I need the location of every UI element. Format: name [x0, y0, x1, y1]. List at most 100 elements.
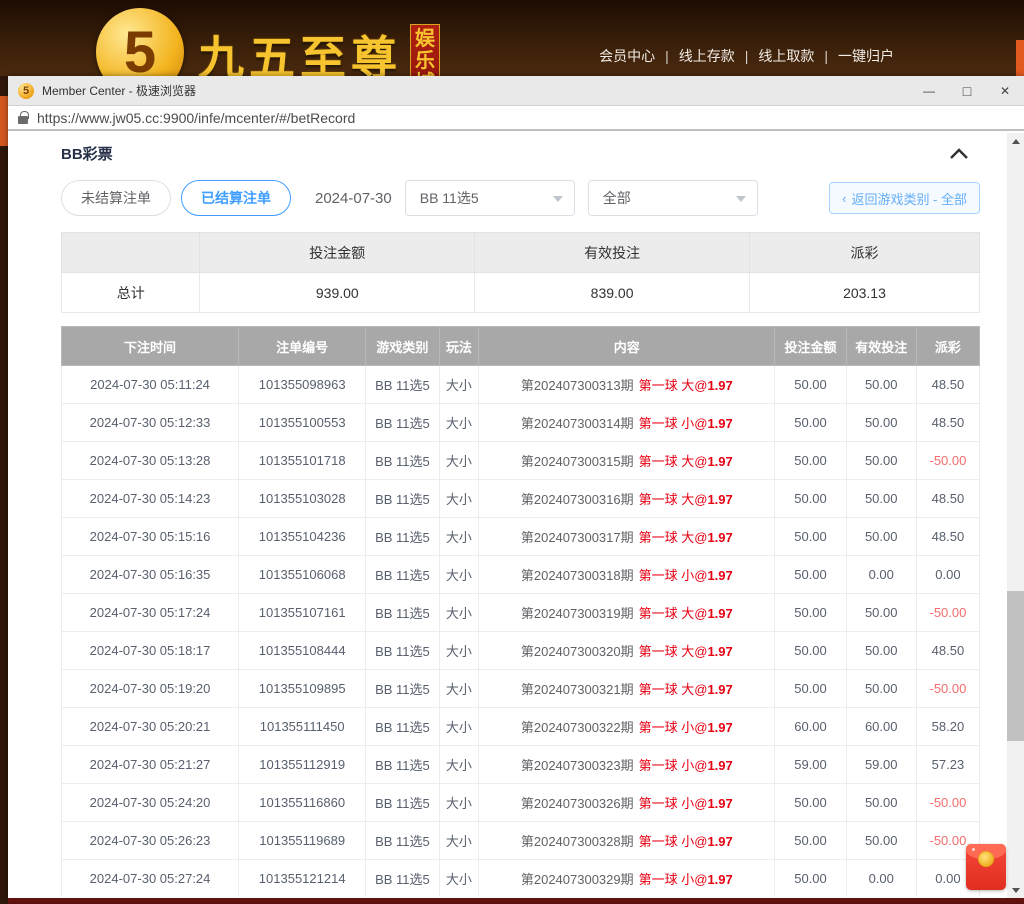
bet-pick: 第一球 小@1.97 — [639, 796, 733, 811]
cell-time: 2024-07-30 05:27:24 — [62, 860, 239, 897]
cell-payout: -50.00 — [916, 594, 979, 632]
cell-bet-number: 101355104236 — [239, 518, 366, 556]
bet-period: 第202407300319期 — [521, 606, 634, 621]
game-select[interactable]: BB 11选5 — [405, 180, 575, 216]
cell-amount: 59.00 — [775, 746, 846, 784]
cell-time: 2024-07-30 05:15:16 — [62, 518, 239, 556]
bet-pick: 第一球 小@1.97 — [639, 758, 733, 773]
cell-payout: 48.50 — [916, 404, 979, 442]
nav-link[interactable]: 线上取款 — [758, 46, 814, 66]
cell-time: 2024-07-30 05:14:23 — [62, 480, 239, 518]
bet-pick: 第一球 小@1.97 — [639, 834, 733, 849]
bet-odds: 1.97 — [707, 492, 732, 507]
cell-amount: 50.00 — [775, 784, 846, 822]
cell-payout: 0.00 — [916, 556, 979, 594]
cell-valid-amount: 59.00 — [846, 746, 916, 784]
playtype-select-value: 全部 — [603, 188, 631, 208]
cell-game-category: BB 11选5 — [366, 822, 439, 860]
cell-time: 2024-07-30 05:19:20 — [62, 670, 239, 708]
panel-title: BB彩票 — [61, 143, 113, 164]
game-select-value: BB 11选5 — [420, 188, 479, 208]
cell-bet-number: 101355107161 — [239, 594, 366, 632]
cell-amount: 50.00 — [775, 480, 846, 518]
tab-settled[interactable]: 已结算注单 — [181, 180, 291, 216]
summary-payout: 203.13 — [749, 273, 979, 313]
cell-time: 2024-07-30 05:20:21 — [62, 708, 239, 746]
cell-valid-amount: 50.00 — [846, 518, 916, 556]
cell-time: 2024-07-30 05:26:23 — [62, 822, 239, 860]
cell-game-category: BB 11选5 — [366, 632, 439, 670]
summary-valid: 839.00 — [475, 273, 750, 313]
cell-valid-amount: 0.00 — [846, 556, 916, 594]
minimize-button[interactable]: — — [910, 76, 948, 105]
cell-content: 第202407300313期第一球 大@1.97 — [479, 366, 775, 404]
cell-content: 第202407300322期第一球 小@1.97 — [479, 708, 775, 746]
bet-pick: 第一球 大@1.97 — [639, 378, 733, 393]
filter-bar: 未结算注单 已结算注单 2024-07-30 BB 11选5 全部 ‹ 返回游戏… — [61, 180, 980, 216]
site-header: 5 九五至尊 娱乐城 会员中心|线上存款|线上取款|一键归户 — [0, 0, 1024, 76]
bet-pick: 第一球 小@1.97 — [639, 568, 733, 583]
cell-valid-amount: 50.00 — [846, 784, 916, 822]
back-to-category-button[interactable]: ‹ 返回游戏类别 - 全部 — [829, 182, 980, 214]
close-button[interactable]: ✕ — [986, 76, 1024, 105]
cell-play-type: 大小 — [439, 708, 479, 746]
cell-amount: 50.00 — [775, 442, 846, 480]
scrollbar[interactable] — [1007, 133, 1024, 898]
cell-bet-number: 101355119689 — [239, 822, 366, 860]
cell-play-type: 大小 — [439, 632, 479, 670]
cell-game-category: BB 11选5 — [366, 708, 439, 746]
bet-records-table: 下注时间注单编号游戏类别玩法内容投注金额有效投注派彩 2024-07-30 05… — [61, 326, 980, 896]
bet-period: 第202407300316期 — [521, 492, 634, 507]
cell-game-category: BB 11选5 — [366, 442, 439, 480]
bet-record-page: BB彩票 未结算注单 已结算注单 2024-07-30 BB 11选5 全部 — [8, 131, 1024, 896]
playtype-select[interactable]: 全部 — [588, 180, 758, 216]
cell-bet-number: 101355111450 — [239, 708, 366, 746]
arrow-up-icon — [1012, 139, 1020, 144]
nav-link[interactable]: 线上存款 — [679, 46, 735, 66]
summary-total-row: 总计 939.00 839.00 203.13 — [62, 273, 980, 313]
cell-valid-amount: 50.00 — [846, 404, 916, 442]
cell-game-category: BB 11选5 — [366, 556, 439, 594]
address-bar[interactable]: https://www.jw05.cc:9900/infe/mcenter/#/… — [8, 106, 1024, 131]
cell-bet-number: 101355098963 — [239, 366, 366, 404]
scroll-down-button[interactable] — [1007, 882, 1024, 898]
summary-amount: 939.00 — [200, 273, 475, 313]
cell-content: 第202407300329期第一球 小@1.97 — [479, 860, 775, 897]
cell-amount: 50.00 — [775, 670, 846, 708]
tab-unsettled[interactable]: 未结算注单 — [61, 180, 171, 216]
cell-bet-number: 101355109895 — [239, 670, 366, 708]
cell-play-type: 大小 — [439, 594, 479, 632]
table-header-row: 下注时间注单编号游戏类别玩法内容投注金额有效投注派彩 — [62, 327, 980, 366]
cell-bet-number: 101355100553 — [239, 404, 366, 442]
cell-play-type: 大小 — [439, 860, 479, 897]
cell-amount: 50.00 — [775, 822, 846, 860]
cell-time: 2024-07-30 05:13:28 — [62, 442, 239, 480]
cell-play-type: 大小 — [439, 442, 479, 480]
cell-content: 第202407300317期第一球 大@1.97 — [479, 518, 775, 556]
back-button-label: 返回游戏类别 - 全部 — [851, 189, 967, 208]
cell-bet-number: 101355101718 — [239, 442, 366, 480]
scrollbar-thumb[interactable] — [1007, 591, 1024, 741]
collapse-button[interactable] — [950, 148, 968, 159]
cell-payout: 57.23 — [916, 746, 979, 784]
cell-amount: 50.00 — [775, 518, 846, 556]
table-row: 2024-07-30 05:21:27101355112919BB 11选5大小… — [62, 746, 980, 784]
cell-game-category: BB 11选5 — [366, 366, 439, 404]
cell-bet-number: 101355116860 — [239, 784, 366, 822]
table-row: 2024-07-30 05:20:21101355111450BB 11选5大小… — [62, 708, 980, 746]
date-picker[interactable]: 2024-07-30 — [315, 190, 392, 207]
cell-amount: 50.00 — [775, 860, 846, 897]
maximize-button[interactable]: □ — [948, 76, 986, 105]
cell-bet-number: 101355112919 — [239, 746, 366, 784]
bet-period: 第202407300317期 — [521, 530, 634, 545]
bet-period: 第202407300318期 — [521, 568, 634, 583]
lock-icon — [18, 116, 28, 124]
nav-link[interactable]: 一键归户 — [838, 46, 894, 66]
red-envelope-button[interactable] — [966, 844, 1006, 890]
cell-time: 2024-07-30 05:12:33 — [62, 404, 239, 442]
cell-game-category: BB 11选5 — [366, 594, 439, 632]
nav-link[interactable]: 会员中心 — [599, 46, 655, 66]
scroll-up-button[interactable] — [1007, 133, 1024, 149]
cell-amount: 50.00 — [775, 556, 846, 594]
caret-down-icon — [736, 196, 746, 202]
